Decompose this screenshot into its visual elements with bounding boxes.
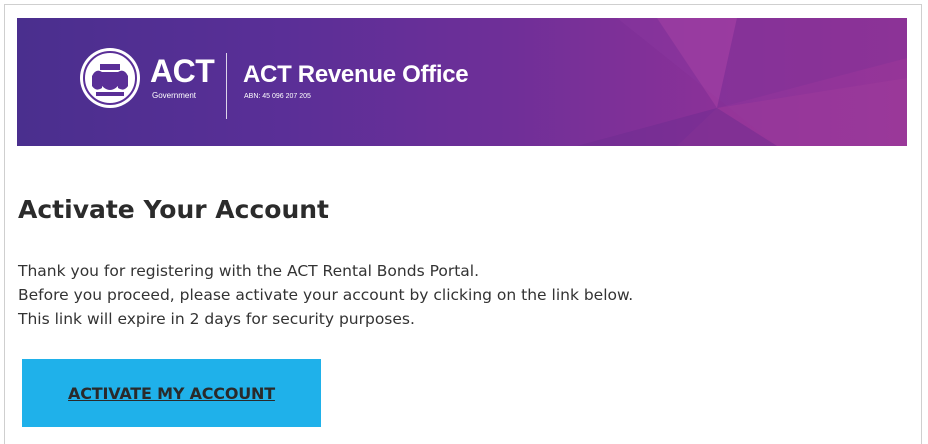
office-title: ACT Revenue Office: [243, 61, 469, 88]
body-line: Before you proceed, please activate your…: [18, 286, 634, 304]
government-label: Government: [152, 91, 197, 100]
email-body: Thank you for registering with the ACT R…: [18, 259, 633, 331]
activate-account-button[interactable]: ACTIVATE MY ACCOUNT: [22, 359, 321, 427]
activate-account-link[interactable]: ACTIVATE MY ACCOUNT: [68, 384, 275, 403]
act-government-crest-icon: [80, 48, 140, 108]
abn-text: ABN: 45 096 207 205: [244, 93, 311, 100]
body-line: This link will expire in 2 days for secu…: [18, 310, 415, 328]
body-line: Thank you for registering with the ACT R…: [18, 262, 480, 280]
header-banner: ACT Government ACT Revenue Office ABN: 4…: [17, 18, 907, 146]
page-title: Activate Your Account: [18, 195, 329, 224]
act-wordmark: ACT: [150, 53, 215, 89]
banner-divider: [226, 53, 227, 119]
